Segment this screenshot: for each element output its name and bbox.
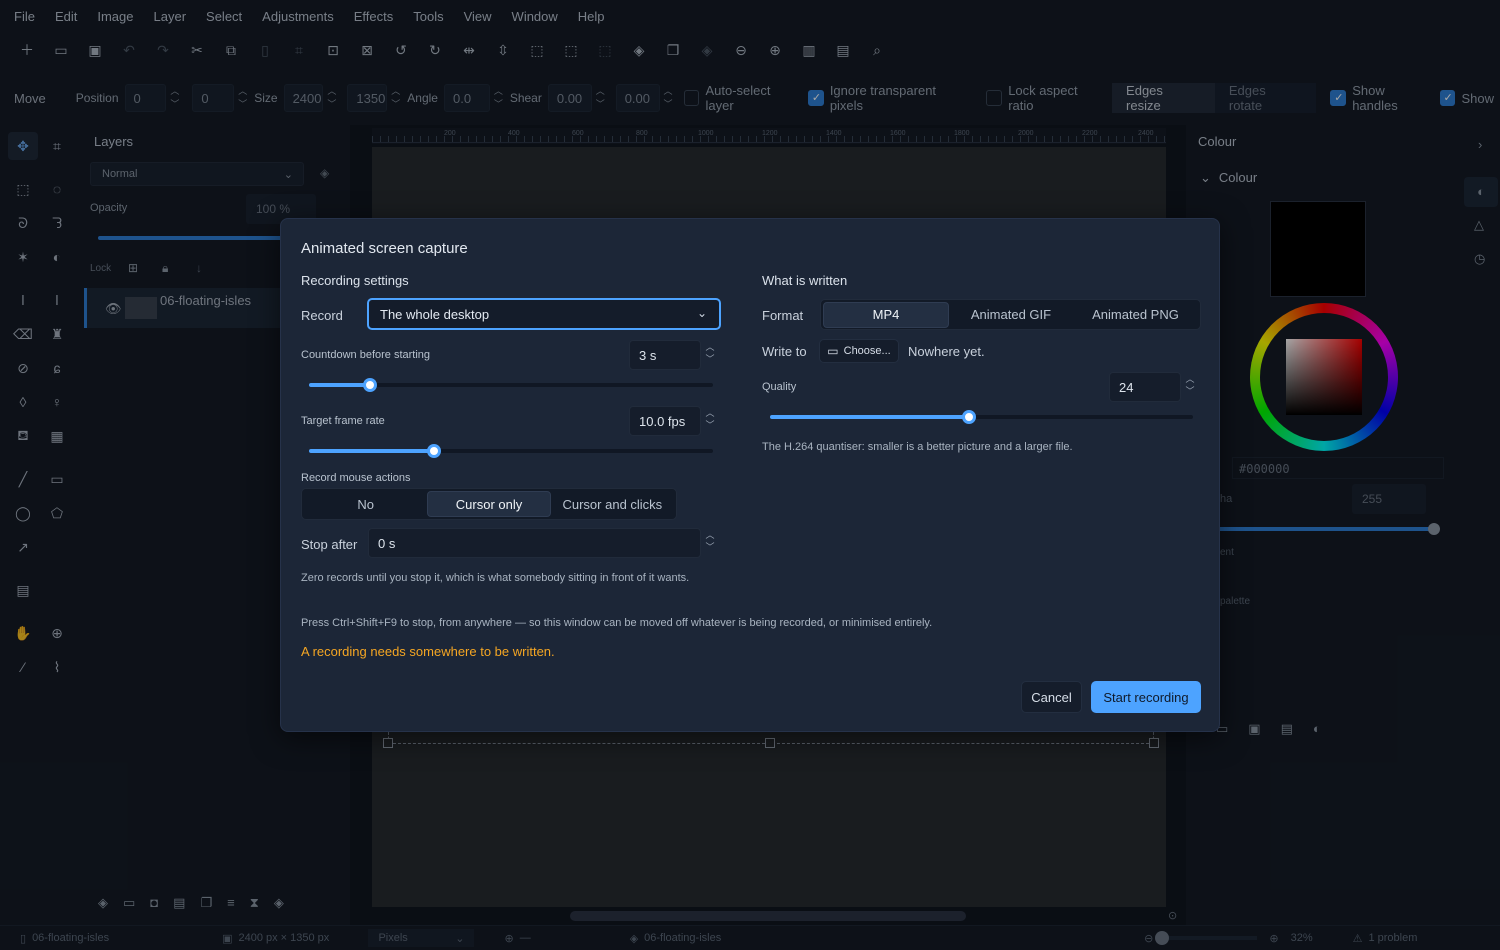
dialog-title: Animated screen capture [301, 240, 468, 257]
stop-after-field[interactable]: 0 s [368, 528, 701, 558]
format-option-mp4[interactable]: MP4 [823, 301, 949, 328]
mouse-option-cursor-only[interactable]: Cursor only [427, 491, 551, 517]
quality-hint: The H.264 quantiser: smaller is a better… [762, 441, 1073, 453]
shortcut-hint: Press Ctrl+Shift+F9 to stop, from anywhe… [301, 617, 933, 629]
countdown-slider-fill [309, 383, 370, 387]
format-option-apng[interactable]: Animated PNG [1073, 302, 1198, 328]
what-is-written-title: What is written [762, 273, 848, 288]
record-source-select[interactable]: The whole desktop ⌄ [367, 298, 721, 330]
framerate-field[interactable]: 10.0 fps [629, 406, 701, 436]
cancel-button[interactable]: Cancel [1021, 681, 1082, 713]
countdown-slider[interactable] [309, 378, 713, 392]
quality-label: Quality [762, 381, 797, 393]
format-label: Format [762, 308, 804, 323]
format-segmented: MP4 Animated GIF Animated PNG [820, 299, 1201, 330]
framerate-slider-knob[interactable] [427, 444, 442, 458]
stop-after-hint: Zero records until you stop it, which is… [301, 572, 690, 584]
stop-after-label: Stop after [301, 537, 358, 552]
framerate-slider-fill [309, 449, 435, 453]
mouse-actions-segmented: No Cursor only Cursor and clicks [301, 488, 677, 520]
mouse-actions-label: Record mouse actions [301, 472, 411, 484]
quality-slider[interactable] [770, 410, 1193, 424]
screen-capture-dialog: Animated screen capture Recording settin… [280, 218, 1220, 732]
format-option-gif[interactable]: Animated GIF [949, 302, 1073, 328]
framerate-slider[interactable] [309, 444, 713, 458]
folder-icon: ▭ [827, 344, 839, 358]
chevron-down-icon: ⌄ [696, 306, 707, 320]
choose-file-button[interactable]: ▭ Choose... [819, 339, 899, 363]
quality-slider-fill [770, 415, 969, 419]
record-label: Record [301, 308, 343, 323]
mouse-option-no[interactable]: No [304, 491, 427, 517]
countdown-stepper[interactable]: ︿ ﹀ [703, 341, 717, 365]
start-recording-button[interactable]: Start recording [1091, 681, 1201, 713]
write-to-label: Write to [762, 344, 807, 359]
countdown-field[interactable]: 3 s [629, 340, 701, 370]
framerate-label: Target frame rate [301, 415, 385, 427]
countdown-slider-knob[interactable] [362, 378, 377, 392]
quality-stepper[interactable]: ︿ ﹀ [1183, 373, 1197, 397]
recording-settings-title: Recording settings [301, 273, 409, 288]
quality-slider-knob[interactable] [961, 410, 976, 424]
quality-field[interactable]: 24 [1109, 372, 1181, 402]
write-to-value: Nowhere yet. [908, 344, 985, 359]
countdown-label: Countdown before starting [301, 349, 431, 361]
framerate-stepper[interactable]: ︿ ﹀ [703, 407, 717, 431]
stop-after-stepper[interactable]: ︿ ﹀ [703, 529, 717, 553]
missing-destination-warning: A recording needs somewhere to be writte… [301, 644, 555, 659]
mouse-option-cursor-clicks[interactable]: Cursor and clicks [551, 491, 674, 517]
